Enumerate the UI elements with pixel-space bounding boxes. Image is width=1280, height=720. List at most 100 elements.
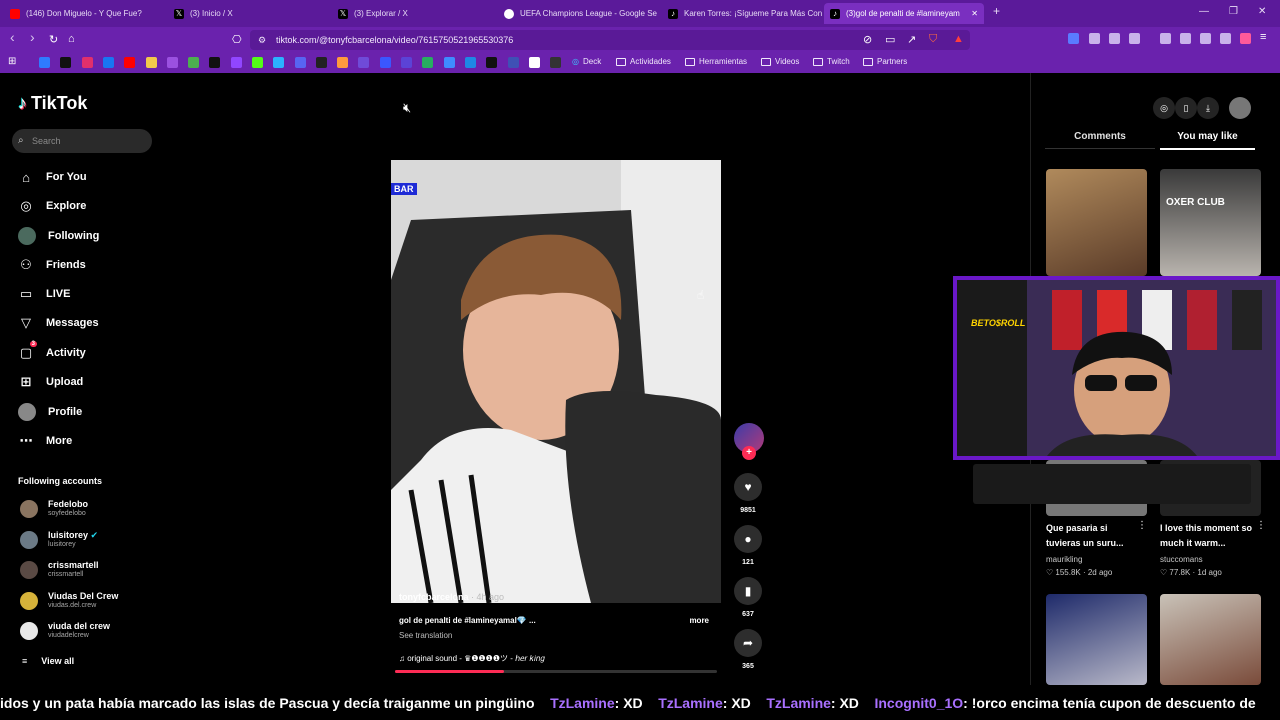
bookmark-favicon[interactable] <box>60 57 71 68</box>
bookmark-folder-videos[interactable]: Videos <box>761 57 799 66</box>
browser-tab-tiktok-karen[interactable]: ♪ Karen Torres: ¡Sígueme Para Más Con <box>662 3 822 24</box>
following-account[interactable]: Fedelobo soyfedelobo <box>20 499 88 518</box>
share-icon[interactable]: ↗ <box>907 33 916 46</box>
caption-more-button[interactable]: more <box>689 616 709 625</box>
bookmark-favicon[interactable] <box>273 57 284 68</box>
extension-icon[interactable] <box>1129 33 1140 44</box>
new-tab-button[interactable]: + <box>993 4 1000 18</box>
bookmark-favicon[interactable] <box>337 57 348 68</box>
nav-more[interactable]: ⋯ More <box>18 433 73 449</box>
close-window-button[interactable]: ✕ <box>1258 6 1266 17</box>
nav-upload[interactable]: ⊞ Upload <box>18 374 84 390</box>
media-icon[interactable] <box>1160 33 1171 44</box>
bookmark-deck[interactable]: ◎ Deck <box>572 57 601 66</box>
kick-icon[interactable] <box>252 57 263 68</box>
share-action[interactable]: ➦ 365 <box>734 629 762 670</box>
restore-button[interactable]: ❐ <box>1229 6 1238 17</box>
bookmark-favicon[interactable] <box>422 57 433 68</box>
bookmark-favicon[interactable] <box>167 57 178 68</box>
bookmark-favicon[interactable] <box>529 57 540 68</box>
apps-grid-icon[interactable]: ⊞ <box>8 56 19 67</box>
following-account[interactable]: luisitorey ✔ luisitorey <box>20 530 98 549</box>
bookmark-favicon[interactable] <box>401 57 412 68</box>
bookmark-favicon[interactable] <box>465 57 476 68</box>
instagram-icon[interactable] <box>82 57 93 68</box>
follow-button[interactable]: + <box>742 446 756 460</box>
following-account[interactable]: Viudas Del Crew viudas.del.crew <box>20 591 118 610</box>
reader-icon[interactable]: ⊘ <box>863 33 872 46</box>
suggested-video-user[interactable]: stuccomans <box>1160 555 1203 564</box>
site-info-icon[interactable]: ⚙ <box>258 30 266 50</box>
tab-comments[interactable]: Comments <box>1045 131 1155 149</box>
browser-tab-x-explore[interactable]: 𝕏 (3) Explorar / X <box>332 3 497 24</box>
extension-icon[interactable] <box>1089 33 1100 44</box>
nav-explore[interactable]: ◎ Explore <box>18 198 86 214</box>
bookmark-favicon[interactable] <box>444 57 455 68</box>
suggested-video-user[interactable]: maurikling <box>1046 555 1082 564</box>
brave-shield-icon[interactable]: ⛉ <box>929 33 937 46</box>
bookmark-favicon[interactable] <box>508 57 519 68</box>
close-tab-icon[interactable]: ✕ <box>971 9 978 18</box>
sound-link[interactable]: ♫ original sound - ♛❶❶❶❶ツ - ℎ𝑒𝑟 𝑘𝑖𝑛𝑔 <box>399 653 545 664</box>
browser-tab-youtube[interactable]: (146) Don Miguelo - Y Que Fue? <box>4 3 164 24</box>
tiktok-logo[interactable]: ♪ TikTok <box>18 93 87 114</box>
suggested-video-thumbnail[interactable] <box>1046 594 1147 685</box>
bookmark-folder-partners[interactable]: Partners <box>863 57 907 66</box>
video-progress-bar[interactable] <box>395 670 717 673</box>
more-options-icon[interactable]: ⋮ <box>1256 520 1266 531</box>
x-icon[interactable] <box>209 57 220 68</box>
see-translation-link[interactable]: See translation <box>399 631 452 640</box>
nav-messages[interactable]: ▽ Messages <box>18 315 99 331</box>
twitch-icon[interactable] <box>231 57 242 68</box>
user-avatar[interactable] <box>1229 97 1251 119</box>
bookmark-favicon[interactable] <box>550 57 561 68</box>
youtube-icon[interactable] <box>124 57 135 68</box>
download-icon[interactable]: ⤓ <box>1197 97 1219 119</box>
bookmark-favicon[interactable] <box>188 57 199 68</box>
forward-button[interactable]: › <box>30 29 35 45</box>
following-account[interactable]: crissmartell crissmartell <box>20 560 99 579</box>
search-input[interactable]: ⌕ Search <box>12 129 152 153</box>
profile-icon[interactable] <box>1240 33 1251 44</box>
tab-you-may-like[interactable]: You may like <box>1160 131 1255 150</box>
vpn-icon[interactable] <box>1220 33 1231 44</box>
suggested-video-title[interactable]: I love this moment so much it warm... <box>1160 521 1255 551</box>
bookmark-favicon[interactable] <box>316 57 327 68</box>
bookmark-favicon[interactable] <box>380 57 391 68</box>
wallet-icon[interactable] <box>1180 33 1191 44</box>
cast-icon[interactable]: ▭ <box>885 33 895 46</box>
like-action[interactable]: ♥ 9851 <box>734 473 762 514</box>
bookmark-favicon[interactable] <box>486 57 497 68</box>
suggested-video-title[interactable]: Que pasaria si tuvieras un suru... <box>1046 521 1141 551</box>
back-button[interactable]: ‹ <box>10 29 15 45</box>
bookmark-folder-twitch[interactable]: Twitch <box>813 57 850 66</box>
home-button[interactable]: ⌂ <box>68 33 75 45</box>
following-account[interactable]: viuda del crew viudadelcrew <box>20 621 110 640</box>
brave-rewards-icon[interactable]: ▲ <box>953 33 964 45</box>
bookmark-favicon[interactable] <box>146 57 157 68</box>
nav-friends[interactable]: ⚇ Friends <box>18 257 86 273</box>
bookmark-folder-actividades[interactable]: Actividades <box>616 57 671 66</box>
discord-icon[interactable] <box>295 57 306 68</box>
suggested-video-thumbnail[interactable] <box>1160 594 1261 685</box>
bookmark-favicon[interactable] <box>358 57 369 68</box>
browser-tab-x-home[interactable]: 𝕏 (3) Inicio / X <box>168 3 328 24</box>
video-author[interactable]: tonyfcbarcelona · 4h ago <box>399 592 504 602</box>
bookmark-favicon[interactable] <box>39 57 50 68</box>
leo-icon[interactable] <box>1200 33 1211 44</box>
save-action[interactable]: ▮ 637 <box>734 577 762 618</box>
nav-profile[interactable]: Profile <box>18 403 82 421</box>
browser-tab-google[interactable]: UEFA Champions League - Google Se <box>498 3 658 24</box>
reload-button[interactable]: ↻ <box>49 33 58 46</box>
mute-button[interactable]: 🔇︎ <box>403 100 411 116</box>
facebook-icon[interactable] <box>103 57 114 68</box>
comment-action[interactable]: ● 121 <box>734 525 762 566</box>
extension-icon[interactable] <box>1109 33 1120 44</box>
more-options-icon[interactable]: ⋮ <box>1137 520 1147 531</box>
bookmark-icon[interactable]: ⎔ <box>232 33 242 46</box>
address-bar[interactable]: ⚙ tiktok.com/@tonyfcbarcelona/video/7615… <box>250 30 970 50</box>
minimize-button[interactable]: — <box>1199 6 1209 17</box>
menu-icon[interactable]: ≡ <box>1260 31 1271 43</box>
device-icon[interactable]: ▯ <box>1175 97 1197 119</box>
nav-for-you[interactable]: ⌂ For You <box>18 169 86 185</box>
